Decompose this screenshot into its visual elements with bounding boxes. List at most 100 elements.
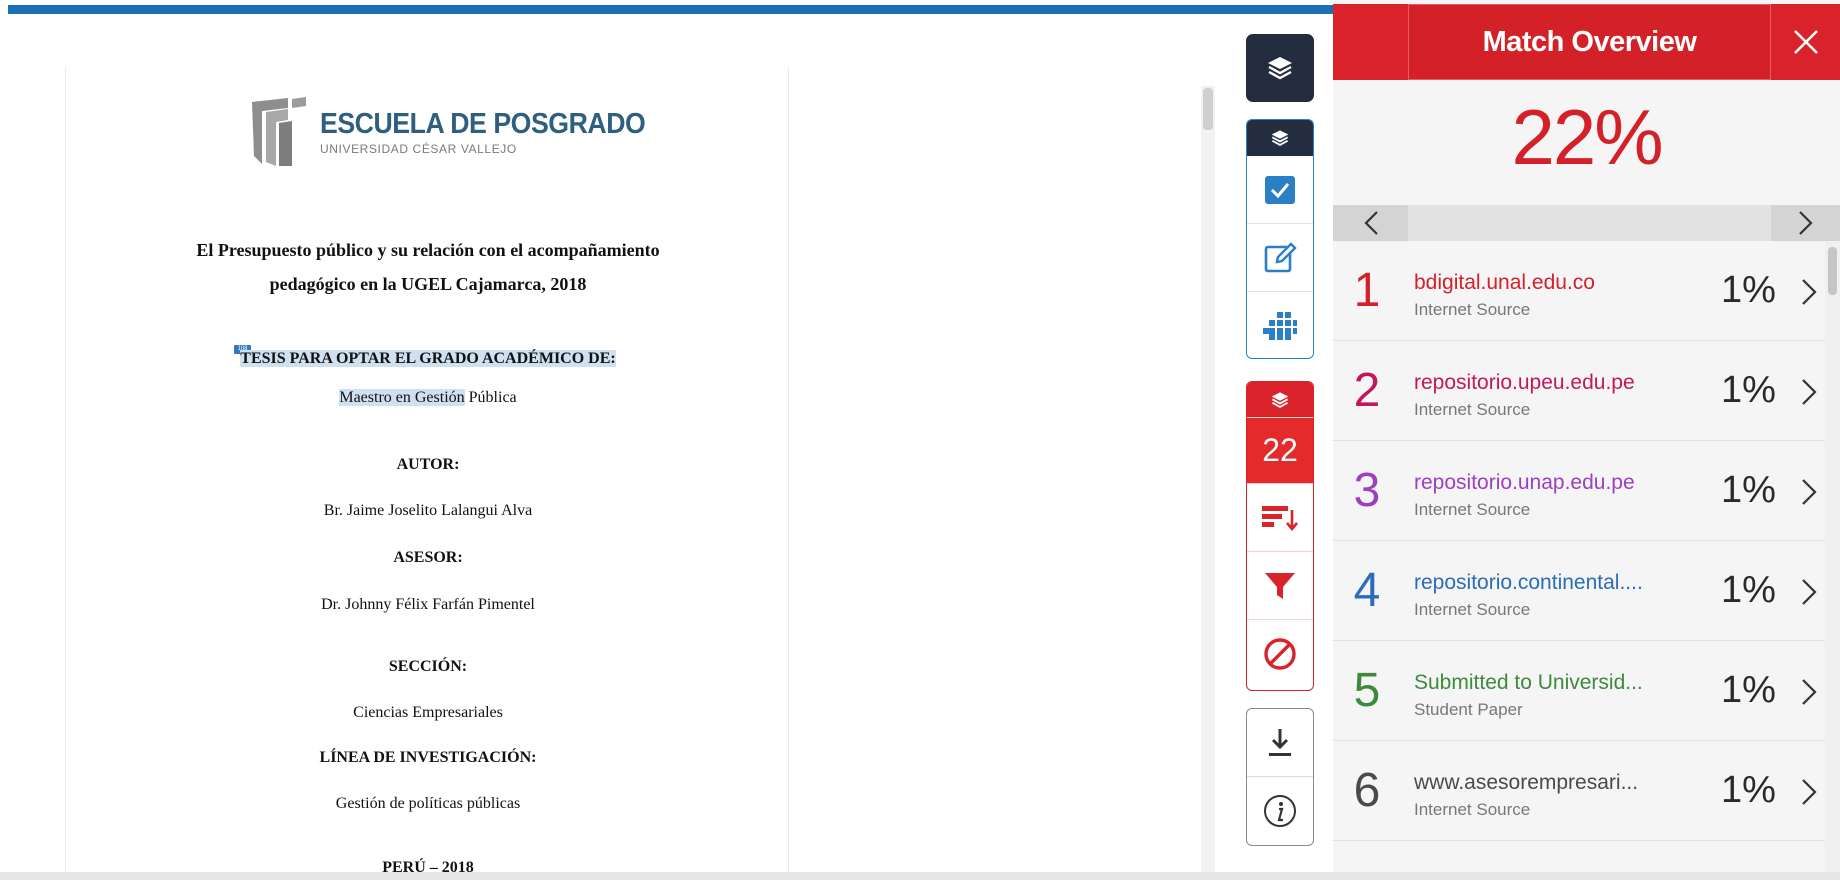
match-percent: 1% — [1721, 569, 1776, 611]
turnitin-viewer: ESCUELA DE POSGRADO UNIVERSIDAD CÉSAR VA… — [0, 0, 1840, 880]
author-label: AUTOR: — [396, 456, 460, 473]
similarity-layer-button[interactable] — [1247, 382, 1313, 418]
grading-tools-group — [1246, 119, 1314, 359]
all-sources-button[interactable] — [1247, 484, 1313, 552]
match-source-type: Internet Source — [1414, 400, 1531, 419]
utility-tools-group — [1246, 708, 1314, 846]
filter-icon — [1265, 572, 1295, 599]
match-navigator — [1333, 205, 1840, 241]
info-button[interactable] — [1247, 777, 1313, 845]
research-line: Gestión de políticas públicas — [335, 795, 521, 812]
highlighted-degree-text[interactable]: Maestro en Gestión — [339, 389, 465, 406]
tool-rail: 22 — [1242, 0, 1322, 880]
match-source-type: Internet Source — [1414, 800, 1531, 819]
match-source-type: Internet Source — [1414, 600, 1531, 619]
chevron-right-icon[interactable] — [1799, 377, 1819, 407]
match-percent: 1% — [1721, 669, 1776, 711]
horizontal-scrollbar[interactable] — [0, 872, 1840, 880]
match-rank: 3 — [1353, 464, 1381, 517]
section-name: Ciencias Empresariales — [353, 704, 503, 721]
thesis-title-line-1: El Presupuesto público y su relación con… — [196, 240, 660, 260]
match-row-4[interactable]: 4 repositorio.continental.... Internet S… — [1333, 541, 1825, 641]
match-percent: 1% — [1721, 769, 1776, 811]
chevron-right-icon[interactable] — [1799, 777, 1819, 807]
match-row-2[interactable]: 2 repositorio.upeu.edu.pe Internet Sourc… — [1333, 341, 1825, 441]
layers-icon — [1268, 57, 1292, 80]
match-row-1[interactable]: 1 bdigital.unal.edu.co Internet Source 1… — [1333, 241, 1825, 341]
document-page: ESCUELA DE POSGRADO UNIVERSIDAD CÉSAR VA… — [65, 66, 789, 880]
advisor-name: Dr. Johnny Félix Farfán Pimentel — [321, 596, 535, 613]
document-scrollbar[interactable] — [1201, 86, 1215, 880]
match-count-button[interactable]: 22 — [1247, 418, 1313, 484]
checkbox-icon — [1265, 175, 1295, 204]
match-rank: 5 — [1353, 664, 1381, 717]
chevron-right-icon[interactable] — [1799, 677, 1819, 707]
chevron-left-icon — [1363, 211, 1378, 235]
chevron-right-icon — [1798, 211, 1813, 235]
highlighted-match-text[interactable]: TESIS PARA OPTAR EL GRADO ACADÉMICO DE: — [240, 350, 616, 367]
close-panel-button[interactable] — [1772, 4, 1840, 80]
match-row-6[interactable]: 6 www.asesorempresari... Internet Source… — [1333, 741, 1825, 841]
sort-icon — [1262, 505, 1298, 531]
edit-tool-button[interactable] — [1247, 224, 1313, 292]
university-logo: ESCUELA DE POSGRADO UNIVERSIDAD CÉSAR VA… — [248, 96, 674, 168]
exclude-icon — [1264, 638, 1296, 670]
logo-subtitle: UNIVERSIDAD CÉSAR VALLEJO — [320, 142, 517, 156]
match-row-3[interactable]: 3 repositorio.unap.edu.pe Internet Sourc… — [1333, 441, 1825, 541]
overall-similarity-percentage: 22% — [1511, 93, 1663, 181]
author-name: Br. Jaime Joselito Lalangui Alva — [323, 502, 533, 519]
checkmark-tool-button[interactable] — [1247, 156, 1313, 224]
match-rank: 2 — [1353, 364, 1381, 417]
chevron-right-icon[interactable] — [1799, 577, 1819, 607]
download-button[interactable] — [1247, 709, 1313, 777]
previous-match-button[interactable] — [1333, 205, 1408, 241]
match-percent: 1% — [1721, 369, 1776, 411]
panel-title: Match Overview — [1408, 4, 1771, 80]
chevron-right-icon[interactable] — [1799, 477, 1819, 507]
document-viewer[interactable]: ESCUELA DE POSGRADO UNIVERSIDAD CÉSAR VA… — [0, 14, 1333, 880]
grading-layer-button[interactable] — [1247, 120, 1313, 156]
match-navigator-track — [1408, 205, 1771, 241]
match-source-type: Student Paper — [1414, 700, 1523, 719]
chevron-right-icon[interactable] — [1799, 277, 1819, 307]
match-rank: 6 — [1353, 764, 1381, 817]
edit-icon — [1264, 241, 1297, 272]
match-rank: 1 — [1353, 264, 1381, 317]
section-label: SECCIÓN: — [388, 658, 468, 675]
thesis-label[interactable]: TESIS PARA OPTAR EL GRADO ACADÉMICO DE: — [66, 350, 790, 368]
degree-line: Maestro en Gestión Pública — [66, 389, 790, 407]
match-source: repositorio.continental.... — [1414, 571, 1643, 594]
match-percent: 1% — [1721, 269, 1776, 311]
research-line-label: LÍNEA DE INVESTIGACIÓN: — [319, 749, 537, 766]
match-source: Submitted to Universid... — [1414, 671, 1643, 694]
match-row-5[interactable]: 5 Submitted to Universid... Student Pape… — [1333, 641, 1825, 741]
match-overview-panel: Match Overview 22% 1 bdigital.unal.edu.c… — [1333, 0, 1840, 880]
next-match-button[interactable] — [1771, 205, 1840, 241]
match-source: www.asesorempresari... — [1414, 771, 1639, 794]
excluded-sources-button[interactable] — [1247, 620, 1313, 688]
match-source: repositorio.unap.edu.pe — [1414, 471, 1635, 494]
grid-icon — [1263, 312, 1297, 340]
match-source: repositorio.upeu.edu.pe — [1414, 371, 1635, 394]
rubric-grid-button[interactable] — [1247, 292, 1313, 358]
logo-title: ESCUELA DE POSGRADO — [320, 108, 646, 140]
progress-bar — [0, 0, 1333, 14]
match-rank: 4 — [1353, 564, 1381, 617]
layers-icon — [1271, 130, 1289, 146]
degree-rest-text: Pública — [464, 389, 517, 406]
download-icon — [1269, 728, 1291, 756]
match-source-type: Internet Source — [1414, 300, 1531, 319]
match-source-type: Internet Source — [1414, 500, 1531, 519]
info-icon — [1264, 795, 1296, 827]
layers-icon — [1271, 391, 1289, 408]
match-list: 1 bdigital.unal.edu.co Internet Source 1… — [1333, 241, 1825, 841]
layers-toggle-button[interactable] — [1246, 34, 1314, 102]
logo-emblem-icon — [252, 97, 306, 166]
similarity-tools-group: 22 — [1246, 381, 1314, 691]
match-list-scrollbar[interactable] — [1825, 241, 1840, 880]
match-source: bdigital.unal.edu.co — [1414, 271, 1595, 294]
close-icon — [1794, 30, 1818, 54]
filter-button[interactable] — [1247, 552, 1313, 620]
advisor-label: ASESOR: — [393, 549, 463, 566]
match-percent: 1% — [1721, 469, 1776, 511]
